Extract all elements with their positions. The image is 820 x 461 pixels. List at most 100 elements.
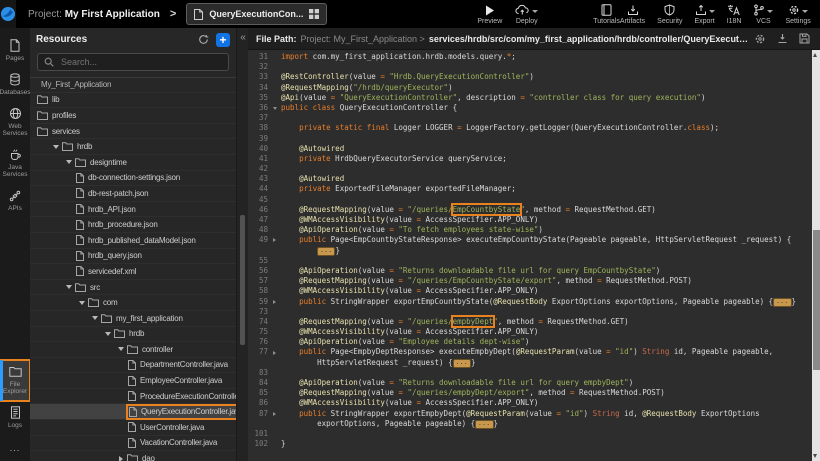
tree-item-departmentcontroller-java[interactable]: DepartmentController.java [30,358,236,374]
caret-open-icon[interactable] [63,160,75,164]
tree-item-my-first-application[interactable]: My_First_Application [30,77,236,93]
code-line-58[interactable]: 58 @WMAccessVisibility(value = AccessSpe… [248,286,812,296]
code-line-85[interactable]: 85 @RequestMapping(value = "/queries/emp… [248,388,812,398]
code-line-57[interactable]: 57 @RequestMapping(value = "/queries/Emp… [248,276,812,286]
tree-item-dao[interactable]: dao [30,451,236,461]
tree-item-hrdb-published-datamodel-json[interactable]: hrdb_published_dataModel.json [30,233,236,249]
code-line-42[interactable]: 42 [248,164,812,174]
rail-item-databases[interactable]: Databases [0,68,30,102]
refresh-icon[interactable] [198,34,209,45]
code-line-87[interactable]: 87 public StringWrapper exportEmpbyDept(… [248,409,812,419]
tree-item-hrdb[interactable]: hrdb [30,139,236,155]
code-line-43[interactable]: 43 @Autowired [248,174,812,184]
preview-button[interactable]: Preview [477,3,502,25]
code-line-83[interactable]: 83 [248,368,812,378]
tree-item-com[interactable]: com [30,295,236,311]
tree-item-designtime[interactable]: designtime [30,155,236,171]
fold-marker[interactable] [270,409,279,419]
tree-item-db-rest-patch-json[interactable]: db-rest-patch.json [30,186,236,202]
artifacts-button[interactable]: Artifacts [620,3,645,25]
rail-item-pages[interactable]: Pages [0,34,30,68]
fold-marker[interactable] [270,235,279,245]
rail-item-file-explorer[interactable]: File Explorer [0,360,30,401]
rail-item-logs[interactable]: Logs [0,401,30,435]
code-line-31[interactable]: 31import com.my_first_application.hrdb.m… [248,52,812,62]
code-line-59[interactable]: 59 public StringWrapper exportEmpCountby… [248,297,812,307]
code-line-86[interactable]: 86 @WMAccessVisibility(value = AccessSpe… [248,398,812,408]
rail-item-apis[interactable]: APIs [0,184,30,218]
code-line-32[interactable]: 32 [248,62,812,72]
code-line-38[interactable]: 38 private static final Logger LOGGER = … [248,123,812,133]
code-line-45[interactable]: 45 [248,195,812,205]
search-box[interactable] [37,53,229,71]
tree-item-my-first-application[interactable]: my_first_application [30,311,236,327]
code-line-47[interactable]: 47 @WMAccessVisibility(value = AccessSpe… [248,215,812,225]
query-name-highlight[interactable]: empbyDept [453,317,494,326]
code-line-76[interactable]: 76 @ApiOperation(value = "Employee detai… [248,337,812,347]
fold-marker[interactable] [270,103,279,113]
tutorials-button[interactable]: Tutorials [593,3,620,25]
caret-open-icon[interactable] [102,332,114,336]
tree-item-controller[interactable]: controller [30,342,236,358]
tree-item-hrdb-procedure-json[interactable]: hrdb_procedure.json [30,217,236,233]
tree-item-employeecontroller-java[interactable]: EmployeeController.java [30,373,236,389]
tree-item-hrdb-query-json[interactable]: hrdb_query.json [30,249,236,265]
tree-item-hrdb-api-json[interactable]: hrdb_API.json [30,202,236,218]
tree-item-hrdb[interactable]: hrdb [30,327,236,343]
settings-button[interactable]: Settings [785,3,810,25]
code-line-wrap[interactable]: HttpServletRequest _request) {...} [248,358,812,368]
vcs-button[interactable]: VCS [753,3,773,25]
download-file-icon[interactable] [777,33,788,44]
code-line-36[interactable]: 36public class QueryExecutionController … [248,103,812,113]
code-line-39[interactable]: 39 [248,134,812,144]
code-line-56[interactable]: 56 @ApiOperation(value = "Returns downlo… [248,266,812,276]
caret-open-icon[interactable] [63,285,75,289]
save-icon[interactable] [799,33,810,44]
tree-item-src[interactable]: src [30,280,236,296]
code-line-101[interactable]: 101 [248,429,812,439]
code-line-55[interactable]: 55 [248,256,812,266]
scrollbar-thumb[interactable] [813,230,820,370]
grid-icon[interactable] [309,9,319,19]
code-line-74[interactable]: 74 @RequestMapping(value = "/queries/emp… [248,317,812,327]
caret-open-icon[interactable] [50,145,62,149]
caret-open-icon[interactable] [76,301,88,305]
tree-item-vacationcontroller-java[interactable]: VacationController.java [30,436,236,452]
code-line-40[interactable]: 40 @Autowired [248,144,812,154]
fold-marker[interactable] [270,347,279,357]
collapse-panel-icon[interactable]: « [238,32,248,43]
project-name[interactable]: My First Application [65,9,160,20]
code-line-wrap[interactable]: exportOptions, Pageable pageable) {...} [248,419,812,429]
code-line-84[interactable]: 84 @ApiOperation(value = "Returns downlo… [248,378,812,388]
scroll-down-arrow-icon[interactable] [813,454,817,458]
app-logo[interactable] [0,0,16,28]
code-editor[interactable]: 31import com.my_first_application.hrdb.m… [248,50,812,461]
security-button[interactable]: Security [657,3,682,25]
code-line-102[interactable]: 102} [248,439,812,449]
tree-item-profiles[interactable]: profiles [30,108,236,124]
code-line-33[interactable]: 33@RestController(value = "Hrdb.QueryExe… [248,72,812,82]
tree-item-usercontroller-java[interactable]: UserController.java [30,420,236,436]
add-resource-button[interactable]: + [216,33,230,47]
code-line-37[interactable]: 37 [248,113,812,123]
tree-item-services[interactable]: services [30,124,236,140]
open-file-tab[interactable]: QueryExecutionCon... [186,3,327,25]
tree-item-lib[interactable]: lib [30,93,236,109]
code-line-73[interactable]: 73 [248,307,812,317]
code-line-34[interactable]: 34@RequestMapping("/hrdb/queryExecutor") [248,83,812,93]
folded-code-badge[interactable]: ... [453,359,471,368]
code-line-44[interactable]: 44 private ExportedFileManager exportedF… [248,184,812,194]
scroll-up-arrow-icon[interactable] [813,53,817,57]
deploy-button[interactable]: Deploy [515,3,538,25]
tree-item-db-connection-settings-json[interactable]: db-connection-settings.json [30,171,236,187]
search-input[interactable] [59,56,222,68]
folded-code-badge[interactable]: ... [475,420,493,429]
fold-marker[interactable] [270,297,279,307]
i18n-button[interactable]: I18N [727,3,742,25]
more-ellipsis-icon[interactable]: ... [0,435,30,455]
caret-closed-icon[interactable] [115,456,127,461]
tree-scrollbar-thumb[interactable] [240,215,245,345]
tree-item-queryexecutioncontroller-java[interactable]: QueryExecutionController.java [30,404,236,420]
tree-item-procedureexecutioncontroller-java[interactable]: ProcedureExecutionController.java [30,389,236,405]
folded-code-badge[interactable]: ... [317,247,335,256]
